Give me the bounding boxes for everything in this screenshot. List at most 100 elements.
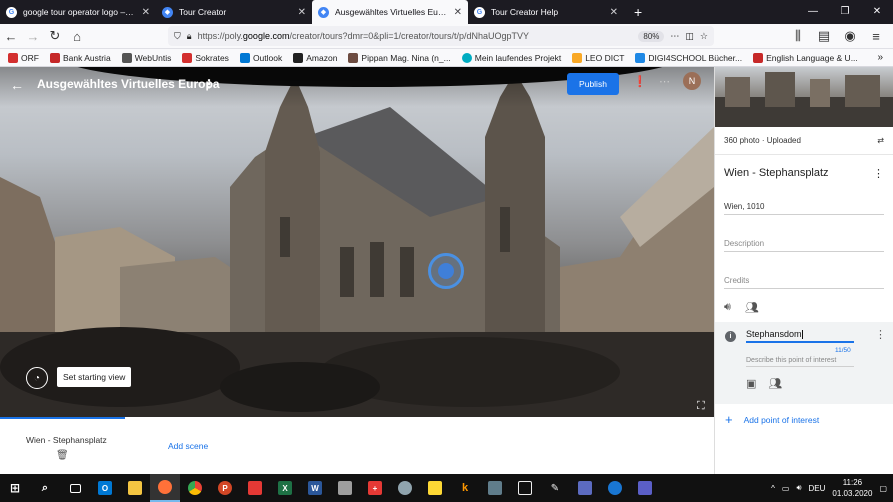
taskbar-sync[interactable] (600, 474, 630, 502)
taskbar-acrobat[interactable] (240, 474, 270, 502)
point-of-interest-marker[interactable] (428, 253, 464, 289)
taskbar-media[interactable] (330, 474, 360, 502)
close-icon[interactable]: ✕ (142, 7, 150, 18)
location-field[interactable]: Wien, 1010 (724, 202, 884, 215)
narration-icon[interactable]: 👥︎ (745, 301, 759, 314)
back-icon[interactable]: ← (0, 25, 22, 47)
library-icon[interactable]: ⫼ (787, 25, 809, 47)
taskbar-chrome[interactable] (180, 474, 210, 502)
bookmarks-overflow[interactable]: » (877, 52, 893, 63)
replace-photo-icon[interactable]: ⇄ (877, 136, 884, 145)
minimize-icon[interactable]: — (797, 0, 829, 24)
forward-icon[interactable]: → (22, 25, 44, 47)
back-arrow-icon[interactable]: ← (10, 77, 24, 93)
bookmark-icon (635, 52, 646, 63)
bookmark-projekt[interactable]: Mein laufendes Projekt (461, 52, 561, 63)
close-icon[interactable]: ✕ (454, 7, 462, 18)
lock-icon[interactable]: 🔒︎ (187, 31, 192, 42)
tray-chevron-icon[interactable]: ^ (771, 484, 775, 493)
more-actions-icon[interactable]: ⋯ (670, 31, 679, 42)
poi-description-input[interactable]: Describe this point of interest (746, 357, 854, 367)
language-indicator[interactable]: DEU (809, 484, 826, 493)
credits-field[interactable]: Credits (724, 276, 884, 289)
tab-google-search[interactable]: G google tour operator logo – Go ✕ (0, 0, 156, 24)
image-icon[interactable]: ▣ (746, 377, 756, 390)
taskbar-library[interactable] (510, 474, 540, 502)
taskbar-word[interactable]: W (300, 474, 330, 502)
publish-button[interactable]: Publish (567, 73, 619, 95)
close-window-icon[interactable]: ✕ (861, 0, 893, 24)
menu-icon[interactable]: ≡ (865, 25, 887, 47)
taskbar-teams[interactable] (630, 474, 660, 502)
bookmark-outlook[interactable]: Outlook (239, 52, 282, 63)
apps-grid-icon[interactable]: ⋯ (659, 75, 670, 88)
taskbar-powerpoint[interactable]: P (210, 474, 240, 502)
swiss-cross-icon: + (368, 481, 382, 495)
taskbar-outlook[interactable]: O (90, 474, 120, 502)
bookmark-pippan[interactable]: Pippan Mag. Nina (n_... (348, 52, 451, 63)
description-field[interactable]: Description (724, 239, 884, 252)
clock[interactable]: 11:26 01.03.2020 (832, 477, 872, 499)
start-button[interactable]: ⊞ (0, 474, 30, 502)
audio-icon[interactable]: 🔊︎ (724, 301, 731, 314)
reload-icon[interactable]: ↻ (44, 25, 66, 47)
search-button[interactable]: ⌕ (30, 474, 60, 502)
bookmark-digi4school[interactable]: DIGI4SCHOOL Bücher... (635, 52, 742, 63)
add-scene-button[interactable]: Add scene (168, 441, 208, 451)
taskbar-k-app[interactable]: k (450, 474, 480, 502)
taskbar-person-app[interactable] (390, 474, 420, 502)
bookmark-sokrates[interactable]: Sokrates (182, 52, 229, 63)
scene-card-title[interactable]: Wien - Stephansplatz (26, 435, 107, 445)
bookmark-webuntis[interactable]: WebUntis (121, 52, 171, 63)
set-starting-view-tooltip[interactable]: Set starting view (57, 367, 132, 387)
taskbar-photos[interactable] (570, 474, 600, 502)
scene-thumbnail[interactable] (715, 67, 893, 127)
tab-tour-creator-help[interactable]: G Tour Creator Help ✕ (468, 0, 624, 24)
fullscreen-icon[interactable]: ⛶ (697, 400, 705, 413)
task-view-button[interactable] (60, 474, 90, 502)
taskbar-pen-app[interactable]: ✎ (540, 474, 570, 502)
bookmark-orf[interactable]: ORF (8, 52, 39, 63)
poi-kebab-icon[interactable]: ⋮ (875, 328, 886, 341)
bookmark-leo-dict[interactable]: LEO DICT (572, 52, 624, 63)
volume-icon[interactable]: 🔊︎ (796, 483, 801, 493)
tab-current-tour[interactable]: ◆ Ausgewähltes Virtuelles Europa ✕ (312, 0, 468, 24)
taskbar-swiss-app[interactable]: + (360, 474, 390, 502)
poi-title-input[interactable]: Stephansdom (746, 329, 854, 344)
add-point-of-interest-button[interactable]: + Add point of interest (725, 412, 819, 427)
url-text[interactable]: https://poly.google.com/creator/tours?dm… (198, 31, 633, 41)
shield-icon[interactable]: ⛉ (174, 31, 181, 42)
pocket-icon[interactable]: ◫ (685, 31, 694, 42)
close-icon[interactable]: ✕ (298, 7, 306, 18)
bookmark-english[interactable]: English Language & U... (753, 52, 858, 63)
address-bar[interactable]: ⛉ 🔒︎ https://poly.google.com/creator/tou… (168, 26, 714, 46)
bookmark-star-icon[interactable]: ☆ (700, 31, 708, 42)
starting-view-icon[interactable]: ◔ (26, 367, 48, 389)
tab-tour-creator[interactable]: ◆ Tour Creator ✕ (156, 0, 312, 24)
feedback-icon[interactable]: ❗ (633, 75, 647, 88)
home-icon[interactable]: ⌂ (66, 25, 88, 47)
account-icon[interactable]: ◉ (839, 25, 861, 47)
scene-kebab-icon[interactable]: ⋮ (873, 167, 884, 180)
taskbar-excel[interactable]: X (270, 474, 300, 502)
narration-icon[interactable]: 👥︎ (768, 377, 782, 390)
notifications-icon[interactable]: ▢ (879, 484, 887, 493)
restore-icon[interactable]: ❐ (829, 0, 861, 24)
avatar[interactable]: N (683, 72, 701, 90)
trash-icon[interactable]: 🗑︎ (56, 450, 69, 461)
close-icon[interactable]: ✕ (610, 7, 618, 18)
more-options-icon[interactable]: ⋮ (203, 77, 215, 91)
taskbar-file-explorer[interactable] (120, 474, 150, 502)
panorama-viewer[interactable]: ← Ausgewähltes Virtuelles Europa ⋮ Publi… (0, 67, 714, 417)
bookmark-amazon[interactable]: Amazon (293, 52, 337, 63)
photo-type-label: 360 photo · Uploaded (724, 136, 801, 145)
sidebar-icon[interactable]: ▤ (813, 25, 835, 47)
taskbar-firefox[interactable] (150, 474, 180, 502)
network-icon[interactable]: ▭ (782, 484, 790, 493)
scene-title[interactable]: Wien - Stephansplatz (724, 167, 829, 180)
new-tab-button[interactable]: + (624, 0, 652, 24)
taskbar-sticky-notes[interactable] (420, 474, 450, 502)
bookmark-bank-austria[interactable]: Bank Austria (49, 52, 111, 63)
taskbar-calculator[interactable] (480, 474, 510, 502)
zoom-level[interactable]: 80% (638, 30, 665, 42)
